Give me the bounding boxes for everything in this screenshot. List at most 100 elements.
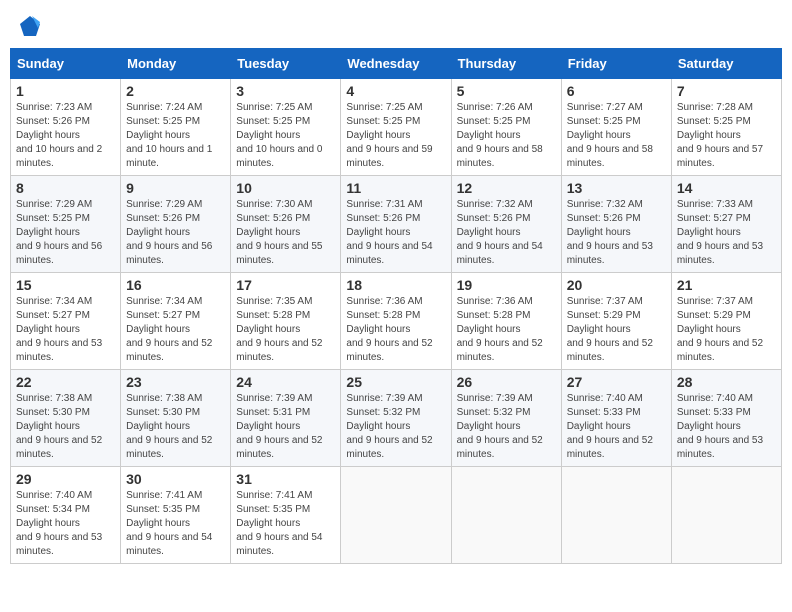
calendar-cell xyxy=(671,467,781,564)
page-header xyxy=(10,10,782,42)
day-header-monday: Monday xyxy=(121,49,231,79)
calendar-table: SundayMondayTuesdayWednesdayThursdayFrid… xyxy=(10,48,782,564)
calendar-cell: 8 Sunrise: 7:29 AMSunset: 5:25 PMDaylight… xyxy=(11,176,121,273)
day-number: 11 xyxy=(346,180,445,196)
day-detail: Sunrise: 7:28 AMSunset: 5:25 PMDaylight … xyxy=(677,101,776,171)
calendar-cell xyxy=(561,467,671,564)
day-number: 16 xyxy=(126,277,225,293)
day-number: 18 xyxy=(346,277,445,293)
day-number: 9 xyxy=(126,180,225,196)
calendar-week-4: 22 Sunrise: 7:38 AMSunset: 5:30 PMDayligh… xyxy=(11,370,782,467)
day-number: 17 xyxy=(236,277,335,293)
calendar-cell: 6 Sunrise: 7:27 AMSunset: 5:25 PMDaylight… xyxy=(561,79,671,176)
day-detail: Sunrise: 7:25 AMSunset: 5:25 PMDaylight … xyxy=(346,101,445,171)
calendar-cell: 26 Sunrise: 7:39 AMSunset: 5:32 PMDayligh… xyxy=(451,370,561,467)
calendar-cell: 10Sunrise: 7:30 AMSunset: 5:26 PMDayligh… xyxy=(231,176,341,273)
calendar-cell: 5 Sunrise: 7:26 AMSunset: 5:25 PMDaylight… xyxy=(451,79,561,176)
day-detail: Sunrise: 7:38 AMSunset: 5:30 PMDaylight … xyxy=(16,392,115,462)
calendar-cell: 16 Sunrise: 7:34 AMSunset: 5:27 PMDayligh… xyxy=(121,273,231,370)
day-detail: Sunrise: 7:39 AMSunset: 5:32 PMDaylight … xyxy=(346,392,445,462)
day-number: 24 xyxy=(236,374,335,390)
logo-icon xyxy=(18,14,42,38)
day-number: 23 xyxy=(126,374,225,390)
day-number: 15 xyxy=(16,277,115,293)
day-detail: Sunrise: 7:36 AMSunset: 5:28 PMDaylight … xyxy=(457,295,556,365)
calendar-cell: 21 Sunrise: 7:37 AMSunset: 5:29 PMDayligh… xyxy=(671,273,781,370)
day-detail: Sunrise: 7:40 AMSunset: 5:33 PMDaylight … xyxy=(567,392,666,462)
day-detail: Sunrise: 7:39 AMSunset: 5:32 PMDaylight … xyxy=(457,392,556,462)
calendar-cell: 30 Sunrise: 7:41 AMSunset: 5:35 PMDayligh… xyxy=(121,467,231,564)
calendar-cell: 13 Sunrise: 7:32 AMSunset: 5:26 PMDayligh… xyxy=(561,176,671,273)
day-number: 30 xyxy=(126,471,225,487)
day-detail: Sunrise: 7:39 AMSunset: 5:31 PMDaylight … xyxy=(236,392,335,462)
day-detail: Sunrise: 7:30 AMSunset: 5:26 PMDaylight … xyxy=(236,198,335,268)
day-detail: Sunrise: 7:23 AMSunset: 5:26 PMDaylight … xyxy=(16,101,115,171)
calendar-cell: 22 Sunrise: 7:38 AMSunset: 5:30 PMDayligh… xyxy=(11,370,121,467)
day-number: 8 xyxy=(16,180,115,196)
day-number: 13 xyxy=(567,180,666,196)
calendar-cell: 28 Sunrise: 7:40 AMSunset: 5:33 PMDayligh… xyxy=(671,370,781,467)
calendar-cell: 11 Sunrise: 7:31 AMSunset: 5:26 PMDayligh… xyxy=(341,176,451,273)
day-header-sunday: Sunday xyxy=(11,49,121,79)
day-detail: Sunrise: 7:34 AMSunset: 5:27 PMDaylight … xyxy=(16,295,115,365)
day-number: 5 xyxy=(457,83,556,99)
day-detail: Sunrise: 7:34 AMSunset: 5:27 PMDaylight … xyxy=(126,295,225,365)
day-detail: Sunrise: 7:38 AMSunset: 5:30 PMDaylight … xyxy=(126,392,225,462)
day-number: 7 xyxy=(677,83,776,99)
calendar-week-1: 1 Sunrise: 7:23 AMSunset: 5:26 PMDaylight… xyxy=(11,79,782,176)
calendar-cell: 4 Sunrise: 7:25 AMSunset: 5:25 PMDaylight… xyxy=(341,79,451,176)
day-detail: Sunrise: 7:25 AMSunset: 5:25 PMDaylight … xyxy=(236,101,335,171)
day-detail: Sunrise: 7:37 AMSunset: 5:29 PMDaylight … xyxy=(677,295,776,365)
day-number: 21 xyxy=(677,277,776,293)
day-header-thursday: Thursday xyxy=(451,49,561,79)
day-number: 2 xyxy=(126,83,225,99)
day-detail: Sunrise: 7:31 AMSunset: 5:26 PMDaylight … xyxy=(346,198,445,268)
day-number: 20 xyxy=(567,277,666,293)
day-number: 31 xyxy=(236,471,335,487)
day-header-wednesday: Wednesday xyxy=(341,49,451,79)
day-number: 22 xyxy=(16,374,115,390)
calendar-cell: 7 Sunrise: 7:28 AMSunset: 5:25 PMDaylight… xyxy=(671,79,781,176)
day-detail: Sunrise: 7:24 AMSunset: 5:25 PMDaylight … xyxy=(126,101,225,171)
calendar-body: 1 Sunrise: 7:23 AMSunset: 5:26 PMDaylight… xyxy=(11,79,782,564)
day-number: 29 xyxy=(16,471,115,487)
day-detail: Sunrise: 7:35 AMSunset: 5:28 PMDaylight … xyxy=(236,295,335,365)
calendar-cell: 31Sunrise: 7:41 AMSunset: 5:35 PMDayligh… xyxy=(231,467,341,564)
day-detail: Sunrise: 7:36 AMSunset: 5:28 PMDaylight … xyxy=(346,295,445,365)
calendar-cell: 24 Sunrise: 7:39 AMSunset: 5:31 PMDayligh… xyxy=(231,370,341,467)
calendar-cell: 1 Sunrise: 7:23 AMSunset: 5:26 PMDaylight… xyxy=(11,79,121,176)
day-header-tuesday: Tuesday xyxy=(231,49,341,79)
day-detail: Sunrise: 7:37 AMSunset: 5:29 PMDaylight … xyxy=(567,295,666,365)
calendar-cell: 29 Sunrise: 7:40 AMSunset: 5:34 PMDayligh… xyxy=(11,467,121,564)
day-number: 19 xyxy=(457,277,556,293)
day-number: 14 xyxy=(677,180,776,196)
calendar-week-3: 15 Sunrise: 7:34 AMSunset: 5:27 PMDayligh… xyxy=(11,273,782,370)
day-detail: Sunrise: 7:26 AMSunset: 5:25 PMDaylight … xyxy=(457,101,556,171)
calendar-cell: 25Sunrise: 7:39 AMSunset: 5:32 PMDayligh… xyxy=(341,370,451,467)
day-detail: Sunrise: 7:29 AMSunset: 5:26 PMDaylight … xyxy=(126,198,225,268)
day-detail: Sunrise: 7:32 AMSunset: 5:26 PMDaylight … xyxy=(567,198,666,268)
calendar-header-row: SundayMondayTuesdayWednesdayThursdayFrid… xyxy=(11,49,782,79)
calendar-cell: 17 Sunrise: 7:35 AMSunset: 5:28 PMDayligh… xyxy=(231,273,341,370)
day-number: 4 xyxy=(346,83,445,99)
calendar-cell: 23 Sunrise: 7:38 AMSunset: 5:30 PMDayligh… xyxy=(121,370,231,467)
day-detail: Sunrise: 7:40 AMSunset: 5:34 PMDaylight … xyxy=(16,489,115,559)
calendar-cell: 18 Sunrise: 7:36 AMSunset: 5:28 PMDayligh… xyxy=(341,273,451,370)
day-detail: Sunrise: 7:33 AMSunset: 5:27 PMDaylight … xyxy=(677,198,776,268)
day-detail: Sunrise: 7:27 AMSunset: 5:25 PMDaylight … xyxy=(567,101,666,171)
day-detail: Sunrise: 7:41 AMSunset: 5:35 PMDaylight … xyxy=(126,489,225,559)
day-header-saturday: Saturday xyxy=(671,49,781,79)
logo xyxy=(16,14,42,38)
day-detail: Sunrise: 7:32 AMSunset: 5:26 PMDaylight … xyxy=(457,198,556,268)
calendar-cell: 3 Sunrise: 7:25 AMSunset: 5:25 PMDaylight… xyxy=(231,79,341,176)
day-detail: Sunrise: 7:40 AMSunset: 5:33 PMDaylight … xyxy=(677,392,776,462)
day-number: 26 xyxy=(457,374,556,390)
day-number: 27 xyxy=(567,374,666,390)
day-number: 1 xyxy=(16,83,115,99)
day-number: 3 xyxy=(236,83,335,99)
calendar-cell: 19 Sunrise: 7:36 AMSunset: 5:28 PMDayligh… xyxy=(451,273,561,370)
day-header-friday: Friday xyxy=(561,49,671,79)
day-number: 28 xyxy=(677,374,776,390)
day-detail: Sunrise: 7:29 AMSunset: 5:25 PMDaylight … xyxy=(16,198,115,268)
day-number: 6 xyxy=(567,83,666,99)
